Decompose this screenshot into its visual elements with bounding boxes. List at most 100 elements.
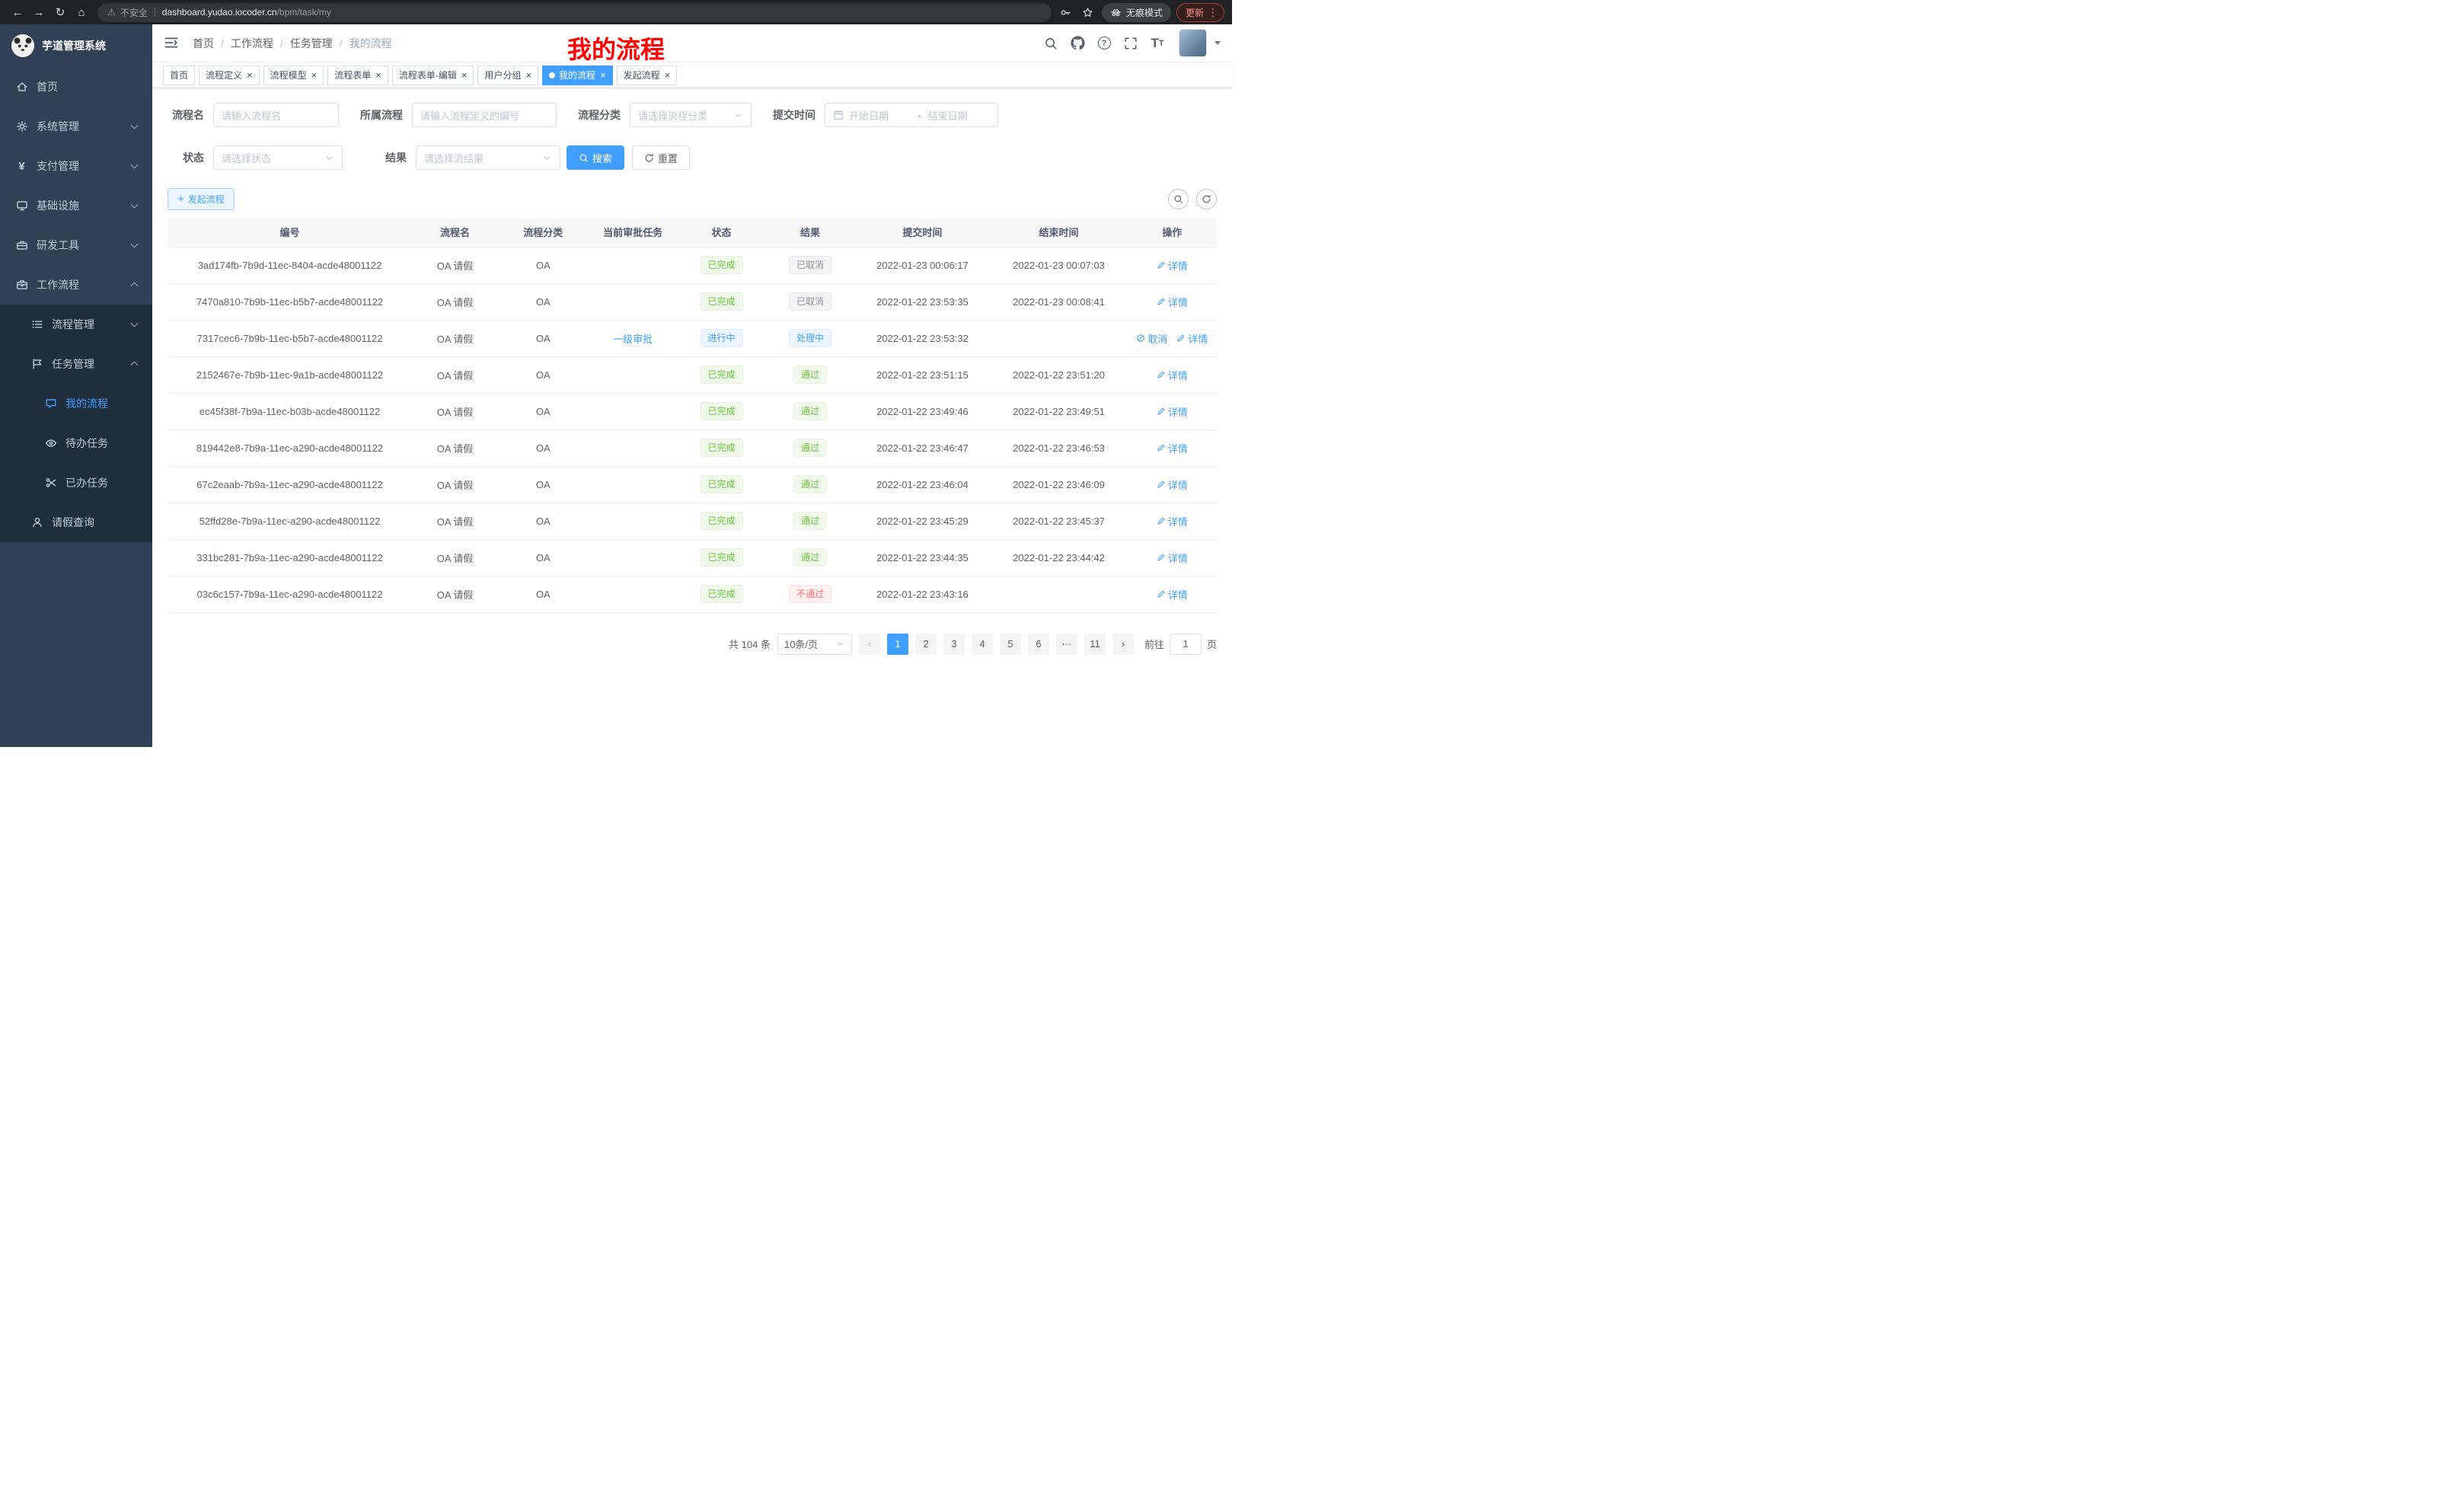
cell-end-time bbox=[990, 320, 1128, 356]
sidebar-item-10[interactable]: 已办任务 bbox=[0, 463, 152, 503]
page-button-11[interactable]: 11 bbox=[1084, 634, 1106, 655]
close-icon[interactable]: × bbox=[600, 70, 606, 80]
edit-icon bbox=[1157, 480, 1166, 489]
fullscreen-icon[interactable] bbox=[1121, 34, 1141, 53]
sidebar-item-6[interactable]: 流程管理 bbox=[0, 305, 152, 344]
page-button-6[interactable]: 6 bbox=[1028, 634, 1049, 655]
process-name-input[interactable]: 请输入流程名 bbox=[213, 103, 339, 127]
browser-update-chip[interactable]: 更新 ⋮ bbox=[1176, 3, 1224, 22]
hamburger-icon[interactable] bbox=[164, 35, 180, 52]
result-tag: 已取消 bbox=[789, 256, 831, 274]
tab-2[interactable]: 流程模型× bbox=[263, 65, 324, 85]
tab-4[interactable]: 流程表单-编辑× bbox=[392, 65, 474, 85]
close-icon[interactable]: × bbox=[525, 70, 531, 80]
close-icon[interactable]: × bbox=[665, 70, 671, 80]
browser-address-bar[interactable]: ⚠ 不安全 dashboard.yudao.iocoder.cn/bpm/tas… bbox=[97, 3, 1052, 22]
font-size-icon[interactable]: TT bbox=[1147, 34, 1167, 53]
sidebar-item-1[interactable]: 系统管理 bbox=[0, 107, 152, 146]
table-row: 819442e8-7b9a-11ec-a290-acde48001122OA 请… bbox=[168, 429, 1217, 466]
help-icon[interactable]: ? bbox=[1094, 34, 1114, 53]
tab-3[interactable]: 流程表单× bbox=[327, 65, 388, 85]
prev-page-button[interactable]: ‹ bbox=[859, 634, 880, 655]
cell-status: 已完成 bbox=[678, 503, 766, 539]
cell-name: OA 请假 bbox=[412, 283, 498, 320]
password-key-icon[interactable] bbox=[1058, 4, 1074, 21]
page-button-4[interactable]: 4 bbox=[972, 634, 993, 655]
page-button-2[interactable]: 2 bbox=[915, 634, 937, 655]
refresh-table-button[interactable] bbox=[1196, 189, 1217, 209]
briefcase-icon bbox=[15, 279, 28, 292]
sidebar-item-3[interactable]: 基础设施 bbox=[0, 186, 152, 225]
sidebar-item-8[interactable]: 我的流程 bbox=[0, 384, 152, 423]
browser-forward-button[interactable]: → bbox=[29, 2, 49, 22]
page-button-3[interactable]: 3 bbox=[943, 634, 965, 655]
detail-button[interactable]: 详情 bbox=[1157, 404, 1188, 419]
detail-button[interactable]: 详情 bbox=[1157, 295, 1188, 309]
result-select[interactable]: 请选择流结果 bbox=[416, 145, 560, 170]
sidebar-item-9[interactable]: 待办任务 bbox=[0, 423, 152, 463]
page-content: 流程名 请输入流程名 所属流程 请输入流程定义的编号 流程分类 请选择流程分类 … bbox=[152, 88, 1232, 747]
tab-1[interactable]: 流程定义× bbox=[199, 65, 260, 85]
breadcrumb-item[interactable]: 工作流程 bbox=[231, 36, 273, 51]
page-button-1[interactable]: 1 bbox=[887, 634, 908, 655]
browser-home-button[interactable]: ⌂ bbox=[72, 2, 91, 22]
close-icon[interactable]: × bbox=[375, 70, 381, 80]
tab-0[interactable]: 首页 bbox=[163, 65, 195, 85]
detail-button[interactable]: 详情 bbox=[1157, 587, 1188, 602]
browser-reload-button[interactable]: ↻ bbox=[50, 2, 70, 22]
tab-5[interactable]: 用户分组× bbox=[477, 65, 538, 85]
search-button[interactable]: 搜索 bbox=[567, 145, 624, 170]
close-icon[interactable]: × bbox=[311, 70, 318, 80]
kebab-menu-icon[interactable]: ⋮ bbox=[1206, 6, 1220, 19]
cell-status: 已完成 bbox=[678, 247, 766, 283]
detail-button[interactable]: 详情 bbox=[1157, 258, 1188, 273]
cell-id: 331bc281-7b9a-11ec-a290-acde48001122 bbox=[168, 539, 412, 576]
status-select[interactable]: 请选择状态 bbox=[213, 145, 343, 170]
breadcrumb-item[interactable]: 首页 bbox=[193, 36, 214, 51]
github-icon[interactable] bbox=[1068, 34, 1087, 53]
page-button-5[interactable]: 5 bbox=[1000, 634, 1021, 655]
detail-button[interactable]: 详情 bbox=[1157, 368, 1188, 382]
toggle-search-button[interactable] bbox=[1168, 189, 1189, 209]
chevron-down-icon bbox=[131, 241, 139, 248]
close-icon[interactable]: × bbox=[461, 70, 468, 80]
current-task-link[interactable]: 一级审批 bbox=[613, 334, 653, 345]
breadcrumb-item[interactable]: 任务管理 bbox=[290, 36, 333, 51]
sidebar: 芋道管理系统 首页系统管理¥支付管理基础设施研发工具工作流程流程管理任务管理我的… bbox=[0, 24, 152, 747]
tab-7[interactable]: 发起流程× bbox=[617, 65, 678, 85]
sidebar-item-0[interactable]: 首页 bbox=[0, 67, 152, 107]
detail-button[interactable]: 详情 bbox=[1157, 551, 1188, 565]
detail-button[interactable]: 详情 bbox=[1176, 331, 1208, 346]
sidebar-item-7[interactable]: 任务管理 bbox=[0, 344, 152, 384]
cell-actions: 详情 bbox=[1128, 503, 1217, 539]
caret-down-icon[interactable] bbox=[1214, 41, 1221, 45]
sidebar-item-11[interactable]: 请假查询 bbox=[0, 503, 152, 542]
close-icon[interactable]: × bbox=[247, 70, 253, 80]
reset-button[interactable]: 重置 bbox=[632, 145, 690, 170]
tab-6[interactable]: 我的流程× bbox=[542, 65, 613, 85]
next-page-button[interactable]: › bbox=[1112, 634, 1134, 655]
sidebar-item-4[interactable]: 研发工具 bbox=[0, 225, 152, 265]
more-pages-button[interactable]: ··· bbox=[1056, 634, 1077, 655]
result-tag: 通过 bbox=[793, 366, 827, 384]
sidebar-item-2[interactable]: ¥支付管理 bbox=[0, 146, 152, 186]
browser-back-button[interactable]: ← bbox=[8, 2, 27, 22]
user-avatar[interactable] bbox=[1179, 29, 1207, 57]
cell-id: 03c6c157-7b9a-11ec-a290-acde48001122 bbox=[168, 576, 412, 612]
cancel-button[interactable]: 取消 bbox=[1136, 331, 1167, 346]
detail-button[interactable]: 详情 bbox=[1157, 514, 1188, 528]
detail-button[interactable]: 详情 bbox=[1157, 441, 1188, 455]
result-tag: 通过 bbox=[793, 475, 827, 493]
search-icon[interactable] bbox=[1041, 34, 1061, 53]
category-select[interactable]: 请选择流程分类 bbox=[630, 103, 752, 127]
goto-page-input[interactable]: 1 bbox=[1170, 634, 1202, 655]
process-definition-input[interactable]: 请输入流程定义的编号 bbox=[412, 103, 557, 127]
page-size-select[interactable]: 10条/页 bbox=[777, 634, 852, 655]
sidebar-item-5[interactable]: 工作流程 bbox=[0, 265, 152, 305]
bookmark-star-icon[interactable] bbox=[1080, 4, 1096, 21]
detail-button[interactable]: 详情 bbox=[1157, 477, 1188, 492]
create-process-button[interactable]: +发起流程 bbox=[168, 188, 235, 210]
date-range-input[interactable]: 开始日期 - 结束日期 bbox=[825, 103, 998, 127]
category-label: 流程分类 bbox=[578, 107, 621, 123]
cell-name: OA 请假 bbox=[412, 539, 498, 576]
